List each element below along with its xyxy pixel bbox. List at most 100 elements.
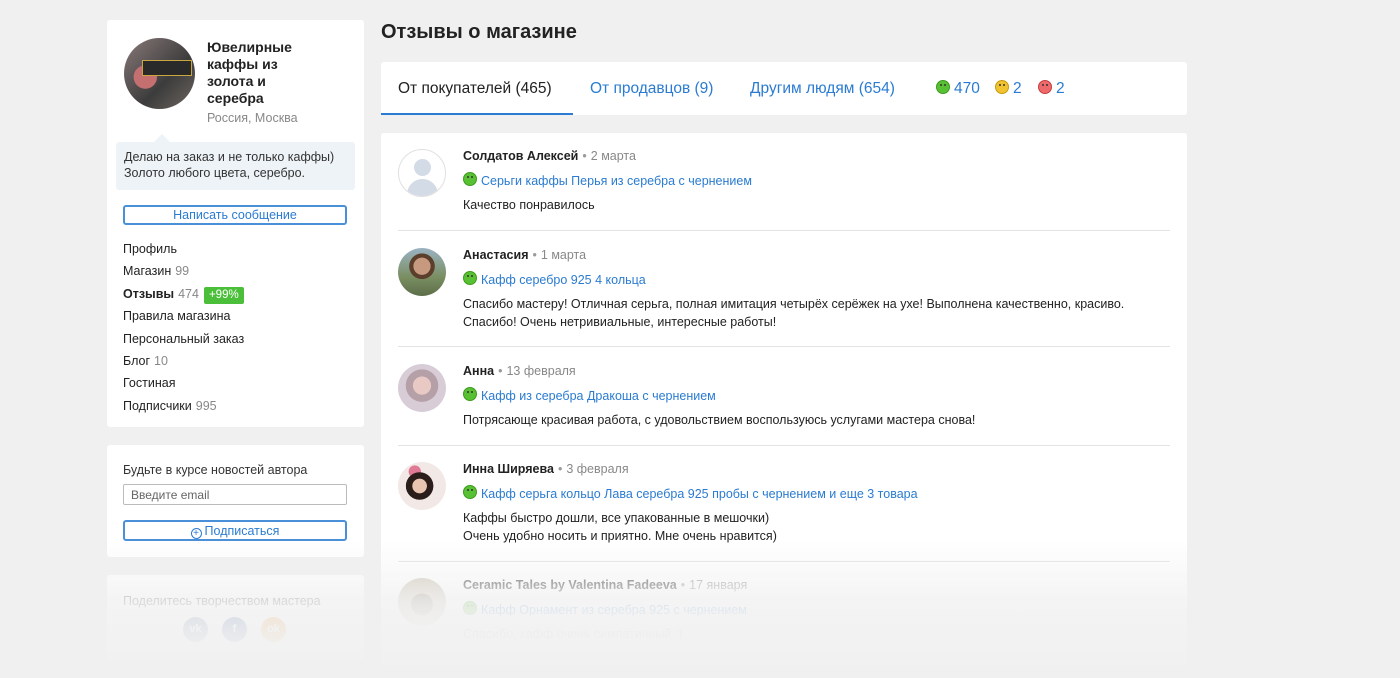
sidebar-item-label: Профиль [123, 242, 177, 256]
review-product-link[interactable]: Кафф серебро 925 4 кольца [463, 271, 646, 287]
smile-icon [463, 485, 477, 499]
review-text-line: Потрясающе красивая работа, с удовольств… [463, 413, 976, 427]
sidebar-item-shop[interactable]: Магазин 99 [123, 260, 244, 282]
review-product-link[interactable]: Кафф из серебра Дракоша с чернением [463, 387, 716, 403]
sidebar-item-label: Блог [123, 354, 151, 369]
review-date: 13 февраля [506, 364, 576, 378]
sidebar-item-profile[interactable]: Профиль [123, 238, 244, 260]
plus-circle-icon: + [190, 527, 202, 539]
review-author: Анастасия • 1 марта [463, 248, 586, 262]
review-text: Спасибо мастеру! Отличная серьга, полная… [463, 295, 1163, 331]
write-message-button[interactable]: Написать сообщение [123, 205, 347, 225]
active-tab-underline [381, 113, 573, 115]
smile-icon [463, 387, 477, 401]
shop-description-line: Делаю на заказ и не только каффы) [124, 150, 335, 164]
review-product-title: Кафф серебро 925 4 кольца [481, 273, 646, 287]
page-title: Отзывы о магазине [381, 21, 577, 43]
email-field[interactable] [123, 484, 347, 505]
review-text-line: Спасибо, кафф очень симпатичный :) [463, 627, 683, 641]
review-product-link[interactable]: Кафф серьга кольцо Лава серебра 925 проб… [463, 485, 918, 501]
shop-description: Делаю на заказ и не только каффы) Золото… [116, 134, 355, 190]
sidebar-item-count: 10 [154, 354, 168, 369]
sidebar-item-custom-order[interactable]: Персональный заказ [123, 328, 244, 350]
review-author-name[interactable]: Инна Ширяева [463, 462, 554, 476]
facebook-icon[interactable]: f [222, 617, 247, 642]
review-author-name[interactable]: Ceramic Tales by Valentina Fadeeva [463, 578, 677, 592]
neutral-face-icon [995, 80, 1009, 94]
review-product-title: Кафф из серебра Дракоша с чернением [481, 389, 716, 403]
separator-dot: • [680, 578, 686, 592]
review-product-title: Кафф серьга кольцо Лава серебра 925 проб… [481, 487, 918, 501]
user-avatar[interactable] [398, 248, 446, 296]
sidebar-menu: Профиль Магазин 99 Отзывы 474 +99% Правила … [123, 238, 244, 417]
review-author-name[interactable]: Анастасия [463, 248, 529, 262]
review-text-line: Спасибо мастеру! Отличная серьга, полная… [463, 297, 1125, 311]
review-author-name[interactable]: Солдатов Алексей [463, 149, 578, 163]
positive-count-value: 470 [954, 80, 980, 97]
review-author: Анна • 13 февраля [463, 364, 576, 378]
review-text-line: Каффы быстро дошли, все упакованные в ме… [463, 511, 770, 525]
tab-from-buyers[interactable]: От покупателей (465) [398, 80, 552, 98]
shop-profile-card: Ювелирные каффы из золота и серебра Росс… [107, 20, 364, 427]
subscribe-button[interactable]: + Подписаться [123, 520, 347, 541]
separator-dot: • [532, 248, 537, 262]
review-date: 2 марта [590, 149, 636, 163]
review-text: Каффы быстро дошли, все упакованные в ме… [463, 509, 1163, 545]
review-text-line: Спасибо! Очень нетривиальные, интересные… [463, 315, 777, 329]
share-icons: vk f ok [183, 617, 286, 642]
odnoklassniki-icon[interactable]: ok [261, 617, 286, 642]
review-product-link[interactable]: Кафф Орнамент из серебра 925 с чернением [463, 601, 747, 617]
review-date: 17 января [689, 578, 748, 592]
review-date: 1 марта [540, 248, 587, 262]
user-avatar[interactable] [398, 578, 446, 626]
neutral-count-value: 2 [1013, 80, 1022, 97]
divider [398, 230, 1170, 231]
positive-count[interactable]: 470 [936, 80, 980, 98]
shop-name[interactable]: Ювелирные каффы из золота и серебра [207, 39, 317, 107]
separator-dot: • [498, 364, 503, 378]
subscribe-title: Будьте в курсе новостей автора [123, 463, 308, 477]
shop-avatar[interactable] [124, 38, 195, 109]
smile-icon [463, 271, 477, 285]
positive-percent-badge: +99% [203, 286, 244, 304]
sad-face-icon [1038, 80, 1052, 94]
user-avatar[interactable] [398, 364, 446, 412]
negative-count-value: 2 [1056, 80, 1065, 97]
reviews-tabs: От покупателей (465) От продавцов (9) Др… [381, 62, 1187, 115]
sidebar-item-reviews[interactable]: Отзывы 474 +99% [123, 283, 244, 305]
review-product-link[interactable]: Серьги каффы Перья из серебра с чернение… [463, 172, 752, 188]
sidebar-item-label: Магазин [123, 264, 172, 279]
review-author: Ceramic Tales by Valentina Fadeeva • 17 ян… [463, 578, 747, 592]
divider [398, 445, 1170, 446]
tab-to-others[interactable]: Другим людям (654) [750, 80, 895, 98]
smile-icon [463, 172, 477, 186]
subscribe-card: Будьте в курсе новостей автора +Подписат… [107, 445, 364, 557]
review-date: 3 февраля [566, 462, 629, 476]
subscribe-button-label: Подписаться [204, 523, 280, 538]
shop-location: Россия, Москва [207, 111, 298, 125]
sidebar-item-label: Персональный заказ [123, 331, 245, 346]
vk-icon[interactable]: vk [183, 617, 208, 642]
sidebar-item-blog[interactable]: Блог 10 [123, 350, 244, 372]
sidebar-item-count: 995 [195, 398, 217, 413]
review-author-name[interactable]: Анна [463, 364, 494, 378]
sidebar-item-label: Гостиная [123, 376, 176, 391]
separator-dot: • [557, 462, 563, 476]
default-avatar-icon[interactable] [398, 149, 446, 197]
sidebar-item-count: 474 [178, 286, 199, 301]
tab-from-sellers[interactable]: От продавцов (9) [590, 80, 713, 98]
neutral-count[interactable]: 2 [995, 80, 1022, 98]
negative-count[interactable]: 2 [1038, 80, 1065, 98]
review-text: Качество понравилось [463, 196, 1163, 214]
review-product-title: Серьги каффы Перья из серебра с чернение… [481, 174, 752, 188]
shop-description-line: Золото любого цвета, серебро. [124, 166, 306, 180]
user-avatar[interactable] [398, 462, 446, 510]
sidebar-item-shop-rules[interactable]: Правила магазина [123, 305, 244, 327]
sidebar-item-subscribers[interactable]: Подписчики 995 [123, 395, 244, 417]
sidebar-item-label: Подписчики [123, 398, 192, 413]
divider [398, 346, 1170, 347]
reviews-list: Солдатов Алексей • 2 марта Серьги каффы Пе… [381, 133, 1187, 678]
sidebar-item-lounge[interactable]: Гостиная [123, 372, 244, 394]
review-text: Потрясающе красивая работа, с удовольств… [463, 411, 1163, 429]
review-author: Солдатов Алексей • 2 марта [463, 149, 636, 163]
